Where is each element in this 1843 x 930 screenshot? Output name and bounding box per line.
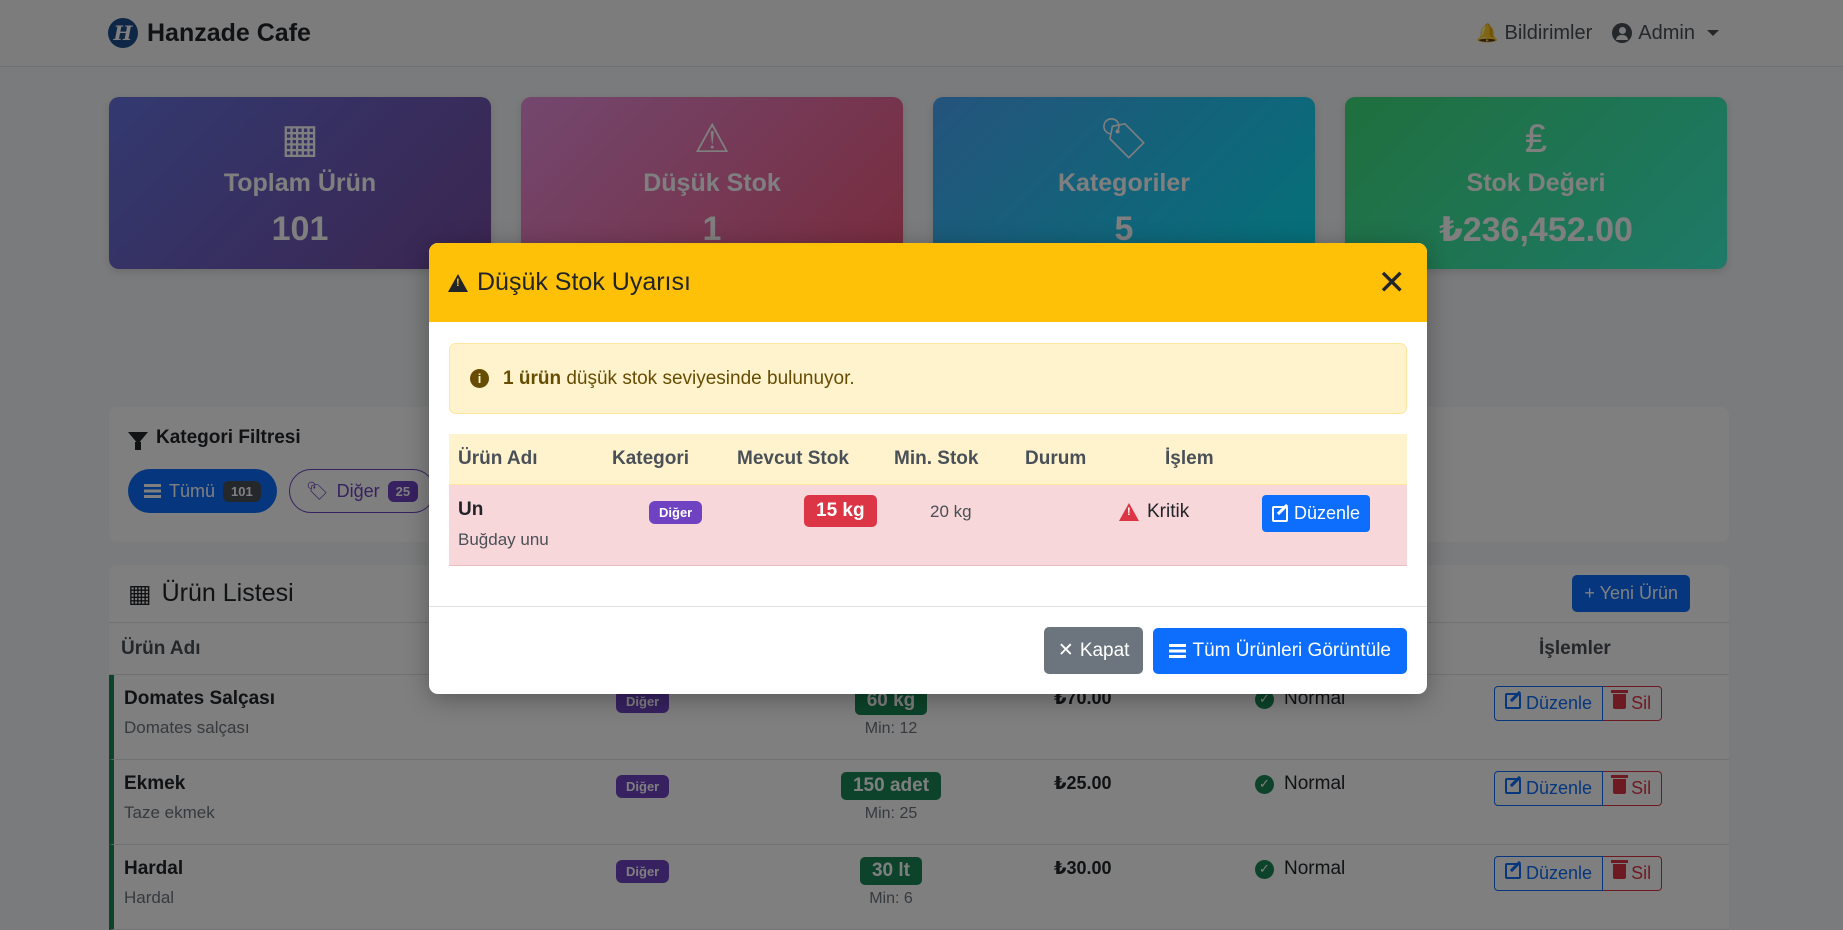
product-desc: Buğday unu (458, 530, 549, 549)
status-cell: Kritik (1119, 501, 1189, 523)
alert-bold: 1 ürün (503, 367, 562, 389)
edit-icon (1272, 505, 1288, 522)
close-icon[interactable]: ✕ (1378, 266, 1407, 300)
view-all-label: Tüm Ürünleri Görüntüle (1192, 639, 1391, 661)
low-stock-table-header: Ürün Adı Kategori Mevcut Stok Min. Stok … (449, 434, 1407, 485)
col-category: Kategori (612, 448, 690, 469)
status-label: Kritik (1147, 501, 1190, 522)
edit-button[interactable]: Düzenle (1262, 495, 1371, 532)
col-status: Durum (1025, 448, 1087, 469)
close-button[interactable]: ✕ Kapat (1043, 627, 1144, 674)
warning-icon (448, 273, 468, 292)
modal-title: Düşük Stok Uyarısı (448, 268, 691, 297)
alert-text: 1 ürün düşük stok seviyesinde bulunuyor. (503, 368, 855, 390)
min-stock: 20 kg (930, 502, 972, 521)
col-min-stock: Min. Stok (894, 448, 979, 469)
warning-icon (1119, 503, 1139, 521)
col-product-name: Ürün Adı (458, 448, 538, 469)
col-action: İşlem (1165, 448, 1214, 469)
low-stock-table: Ürün Adı Kategori Mevcut Stok Min. Stok … (449, 434, 1407, 566)
modal-footer: ✕ Kapat Tüm Ürünleri Görüntüle (429, 606, 1427, 694)
edit-label: Düzenle (1294, 503, 1361, 523)
alert-rest: düşük stok seviyesinde bulunuyor. (561, 367, 855, 389)
table-row: Un Buğday unu Diğer 15 kg 20 kg Kritik D… (449, 485, 1407, 566)
category-badge: Diğer (649, 501, 703, 524)
info-icon: i (470, 369, 489, 388)
view-all-products-button[interactable]: Tüm Ürünleri Görüntüle (1153, 627, 1407, 674)
close-label: Kapat (1079, 639, 1130, 661)
modal-title-text: Düşük Stok Uyarısı (477, 268, 691, 296)
product-name: Un (458, 499, 484, 520)
list-icon (1169, 643, 1187, 658)
modal-header: Düşük Stok Uyarısı ✕ (429, 243, 1427, 322)
stock-badge: 15 kg (804, 495, 877, 527)
close-icon: ✕ (1057, 640, 1074, 661)
low-stock-alert: i 1 ürün düşük stok seviyesinde bulunuyo… (449, 343, 1407, 414)
col-current-stock: Mevcut Stok (737, 448, 849, 469)
low-stock-modal: Düşük Stok Uyarısı ✕ i 1 ürün düşük stok… (429, 243, 1427, 694)
